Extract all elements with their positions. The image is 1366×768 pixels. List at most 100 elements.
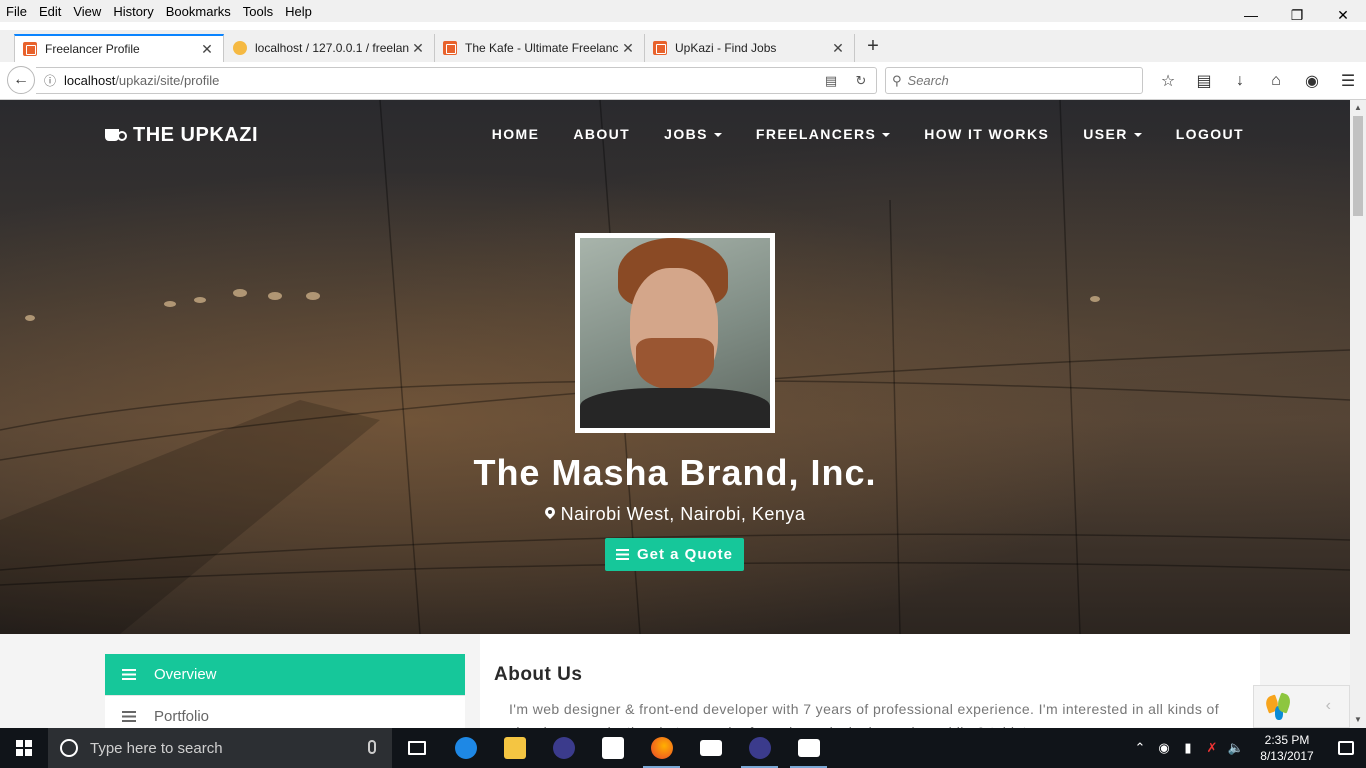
map-marker-icon [545, 507, 555, 521]
menu-tools[interactable]: Tools [237, 4, 279, 19]
tab-upkazi-find-jobs[interactable]: UpKazi - Find Jobs ✕ [645, 34, 855, 62]
restore-icon[interactable]: ❐ [1274, 0, 1320, 30]
minimize-icon[interactable]: — [1228, 0, 1274, 30]
search-input[interactable]: ⚲ Search [885, 67, 1143, 94]
tab-label: UpKazi - Find Jobs [675, 41, 777, 55]
list-icon [122, 711, 136, 722]
caret-down-icon [713, 133, 722, 138]
about-heading: About Us [494, 664, 583, 685]
tab-label: The Kafe - Ultimate Freelanc [465, 41, 619, 55]
xampp-favicon-icon [443, 41, 457, 55]
sidebar-item-label: Overview [154, 666, 217, 683]
windows-taskbar: Type here to search ⌃ ◉ ▮ ✗ 🔈 2:35 PM 8/… [0, 728, 1366, 768]
reader-view-icon[interactable]: ▤ [816, 73, 846, 89]
volume-icon[interactable]: 🔈 [1224, 740, 1248, 756]
window-controls: — ❐ ✕ [1228, 0, 1366, 30]
nav-about[interactable]: ABOUT [573, 126, 630, 142]
nav-logout[interactable]: LOGOUT [1176, 126, 1244, 142]
menu-edit[interactable]: Edit [33, 4, 67, 19]
scrollbar-thumb[interactable] [1353, 116, 1363, 216]
page-scrollbar[interactable]: ▲ ▼ [1350, 100, 1366, 728]
microphone-icon[interactable] [368, 740, 376, 754]
clock-date: 8/13/2017 [1260, 749, 1314, 763]
windows-logo-icon [16, 740, 32, 756]
menu-view[interactable]: View [67, 4, 107, 19]
browser-menubar: File Edit View History Bookmarks Tools H… [0, 0, 1366, 22]
menu-bookmarks[interactable]: Bookmarks [160, 4, 237, 19]
notification-icon [1338, 741, 1354, 755]
record-icon[interactable]: ◉ [1152, 740, 1176, 756]
sidebar-item-portfolio[interactable]: Portfolio [105, 696, 465, 728]
tab-label: Freelancer Profile [45, 42, 140, 56]
battery-icon[interactable]: ▮ [1176, 740, 1200, 756]
tab-freelancer-profile[interactable]: Freelancer Profile ✕ [14, 34, 224, 62]
reading-list-icon[interactable]: ▤ [1186, 67, 1222, 94]
menu-history[interactable]: History [107, 4, 159, 19]
yii-debug-toolbar[interactable]: ‹ [1253, 685, 1350, 728]
tab-phpmyadmin[interactable]: localhost / 127.0.0.1 / freelan ✕ [225, 34, 435, 62]
close-window-icon[interactable]: ✕ [1320, 0, 1366, 30]
eclipse-icon [748, 737, 771, 759]
profile-name: The Masha Brand, Inc. [473, 452, 877, 493]
tab-close-icon[interactable]: ✕ [199, 41, 215, 58]
chevron-left-icon[interactable]: ‹ [1326, 697, 1331, 715]
start-button[interactable] [0, 728, 48, 768]
downloads-icon[interactable]: ↓ [1222, 67, 1258, 94]
task-view-icon [407, 741, 426, 755]
bookmark-star-icon[interactable]: ☆ [1150, 67, 1186, 94]
menu-help[interactable]: Help [279, 4, 318, 19]
url-bar[interactable]: ⓘ localhost/upkazi/site/profile ▤ ↻ [36, 67, 877, 94]
scroll-up-icon[interactable]: ▲ [1350, 100, 1366, 116]
url-text[interactable]: localhost/upkazi/site/profile [64, 73, 816, 88]
edge-button[interactable] [441, 728, 490, 768]
about-panel: About Us I'm web designer & front-end de… [480, 634, 1260, 728]
site-info-icon[interactable]: ⓘ [36, 72, 64, 89]
profile-hero: THE UPKAZI HOME ABOUT JOBS FREELANCERS H… [0, 100, 1350, 634]
nav-freelancers[interactable]: FREELANCERS [756, 126, 891, 142]
store-button[interactable] [588, 728, 637, 768]
back-button-icon[interactable]: ← [7, 66, 35, 94]
get-quote-button[interactable]: Get a Quote [605, 538, 744, 571]
tab-close-icon[interactable]: ✕ [410, 40, 426, 57]
nav-home[interactable]: HOME [492, 126, 540, 142]
new-tab-icon[interactable]: + [862, 34, 884, 58]
home-icon[interactable]: ⌂ [1258, 67, 1294, 94]
tab-close-icon[interactable]: ✕ [830, 40, 846, 57]
chevron-up-icon[interactable]: ⌃ [1128, 740, 1152, 756]
taskbar-search-input[interactable]: Type here to search [48, 728, 392, 768]
firefox-button[interactable] [637, 728, 686, 768]
mail-button[interactable] [686, 728, 735, 768]
align-left-icon [615, 549, 629, 560]
scroll-down-icon[interactable]: ▼ [1350, 712, 1366, 728]
eclipse-button[interactable] [539, 728, 588, 768]
search-icon: ⚲ [892, 72, 902, 88]
eclipse-open-button[interactable] [735, 728, 784, 768]
yii-logo-icon [1264, 692, 1294, 722]
system-tray: ⌃ ◉ ▮ ✗ 🔈 2:35 PM 8/13/2017 [1128, 728, 1366, 768]
hamburger-menu-icon[interactable]: ☰ [1330, 67, 1366, 94]
nav-jobs[interactable]: JOBS [664, 126, 722, 142]
menu-file[interactable]: File [0, 4, 33, 19]
sidebar-item-overview[interactable]: Overview [105, 654, 465, 696]
photos-button[interactable] [784, 728, 833, 768]
page-viewport: THE UPKAZI HOME ABOUT JOBS FREELANCERS H… [0, 100, 1350, 728]
task-view-button[interactable] [392, 728, 441, 768]
nav-user[interactable]: USER [1083, 126, 1142, 142]
taskbar-apps [392, 728, 833, 768]
tab-close-icon[interactable]: ✕ [620, 40, 636, 57]
cortana-icon [60, 739, 78, 757]
pocket-icon[interactable]: ◉ [1294, 67, 1330, 94]
network-icon[interactable]: ✗ [1200, 740, 1224, 756]
sidebar-item-label: Portfolio [154, 708, 210, 725]
tab-label: localhost / 127.0.0.1 / freelan [255, 41, 410, 55]
profile-avatar [575, 233, 775, 433]
nav-how-it-works[interactable]: HOW IT WORKS [924, 126, 1049, 142]
file-explorer-button[interactable] [490, 728, 539, 768]
clock[interactable]: 2:35 PM 8/13/2017 [1248, 732, 1326, 764]
action-center-button[interactable] [1326, 728, 1366, 768]
reload-icon[interactable]: ↻ [846, 73, 876, 89]
store-icon [601, 737, 624, 759]
about-text: I'm web designer & front-end developer w… [509, 701, 1220, 728]
site-logo[interactable]: THE UPKAZI [105, 124, 258, 147]
tab-the-kafe[interactable]: The Kafe - Ultimate Freelanc ✕ [435, 34, 645, 62]
